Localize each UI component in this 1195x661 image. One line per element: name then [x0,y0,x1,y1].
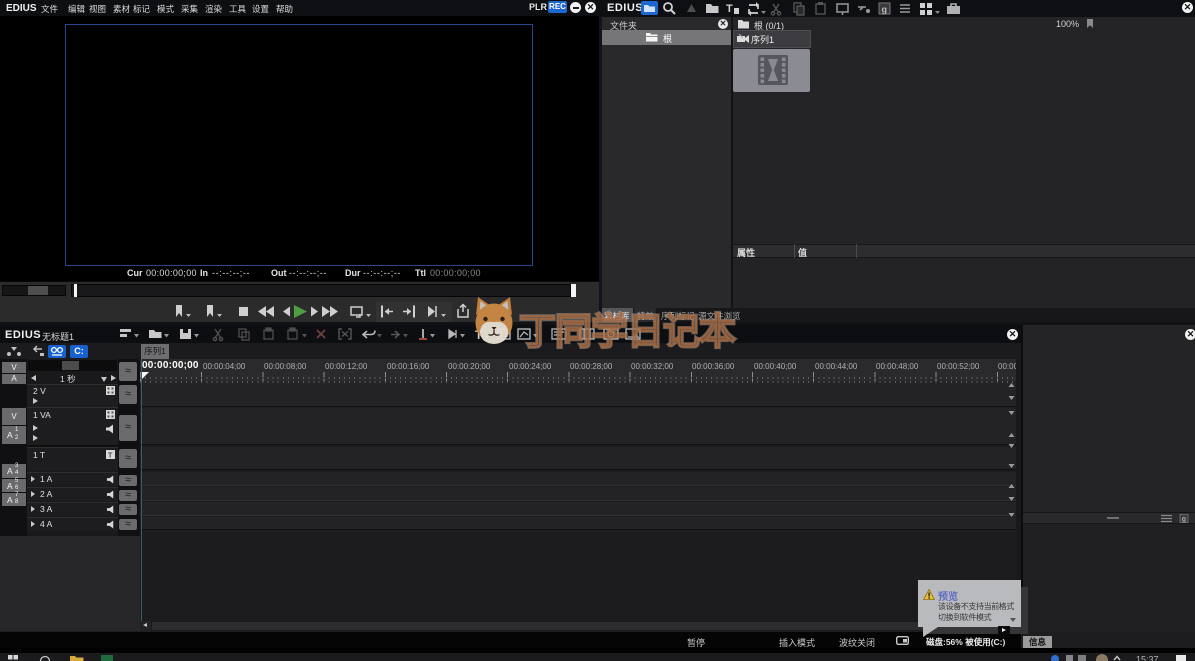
svg-text:g: g [882,5,888,15]
svg-text:T: T [108,453,113,460]
svg-text:T: T [726,3,733,15]
svg-text:15:37: 15:37 [1136,655,1159,661]
svg-text:g: g [1182,516,1186,523]
